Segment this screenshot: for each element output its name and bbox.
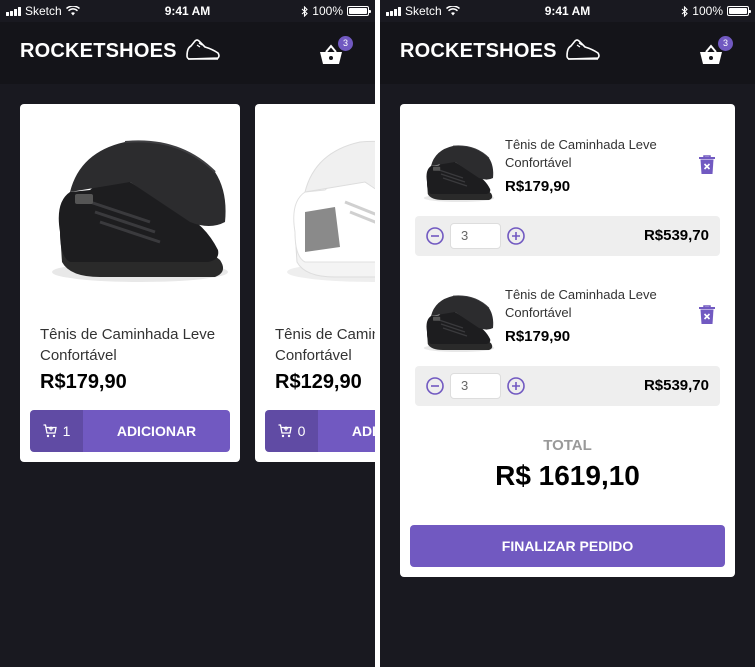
product-image bbox=[265, 112, 375, 312]
product-card: Tênis de Caminhada Leve Confortável R$17… bbox=[20, 104, 240, 462]
total-value: R$ 1619,10 bbox=[495, 460, 640, 491]
item-subtotal: R$539,70 bbox=[643, 377, 709, 394]
cart-item-title: Tênis de Caminhada Leve Confortável bbox=[505, 287, 657, 320]
cart-item: Tênis de Caminhada Leve Confortável R$17… bbox=[415, 266, 720, 426]
status-bar: Sketch 9:41 AM 100% bbox=[0, 0, 375, 22]
cart-item-price: R$179,90 bbox=[505, 328, 571, 345]
product-card: Tênis de Caminhada Leve Confortável R$12… bbox=[255, 104, 375, 462]
cart-item-price: R$179,90 bbox=[505, 178, 571, 195]
logo-text: ROCKETSHOES bbox=[400, 39, 557, 62]
battery-icon bbox=[347, 6, 371, 16]
cart-badge: 3 bbox=[718, 36, 733, 51]
cart-amount: 0 bbox=[265, 410, 318, 452]
cart-screen: Sketch 9:41 AM 100% ROCKETSHOES 3 Tênis … bbox=[380, 0, 755, 667]
cart-item: Tênis de Caminhada Leve Confortável R$17… bbox=[415, 116, 720, 276]
cart-amount-value: 1 bbox=[62, 423, 71, 439]
bluetooth-icon bbox=[301, 5, 309, 17]
cart-item-image bbox=[415, 134, 495, 214]
product-price: R$179,90 bbox=[40, 371, 127, 393]
quantity-input[interactable]: 3 bbox=[450, 373, 501, 399]
add-button-label: ADICIONAR bbox=[116, 423, 197, 439]
product-title: Tênis de Caminhada Leve Confortável bbox=[275, 326, 375, 364]
status-right: 100% bbox=[301, 4, 371, 18]
bluetooth-icon bbox=[681, 5, 689, 17]
logo-text: ROCKETSHOES bbox=[20, 39, 177, 62]
add-to-cart-button[interactable]: 0 ADICIONAR bbox=[265, 410, 375, 452]
cart-amount: 1 bbox=[30, 410, 83, 452]
product-price: R$129,90 bbox=[275, 371, 362, 393]
add-to-cart-button[interactable]: 1 ADICIONAR bbox=[30, 410, 230, 452]
quantity-input[interactable]: 3 bbox=[450, 223, 501, 249]
product-title: Tênis de Caminhada Leve Confortável bbox=[40, 326, 216, 364]
minus-circle-icon[interactable] bbox=[426, 377, 444, 395]
product-image bbox=[30, 112, 230, 312]
status-bar: Sketch 9:41 AM 100% bbox=[380, 0, 755, 22]
cart-item-bar: 3 R$539,70 bbox=[415, 366, 720, 406]
cart-item-image bbox=[415, 284, 495, 364]
cart-item-title: Tênis de Caminhada Leve Confortável bbox=[505, 137, 657, 170]
minus-circle-icon[interactable] bbox=[426, 227, 444, 245]
total-label: TOTAL bbox=[543, 437, 592, 454]
logo[interactable]: ROCKETSHOES bbox=[20, 38, 221, 64]
logo[interactable]: ROCKETSHOES bbox=[400, 38, 601, 64]
battery-icon bbox=[727, 6, 751, 16]
add-cart-icon bbox=[278, 424, 292, 438]
cart-badge: 3 bbox=[338, 36, 353, 51]
cart-amount-value: 0 bbox=[297, 423, 306, 439]
trash-icon[interactable] bbox=[698, 155, 716, 175]
status-right: 100% bbox=[681, 4, 751, 18]
app-header: ROCKETSHOES 3 bbox=[0, 22, 375, 84]
plus-circle-icon[interactable] bbox=[507, 377, 525, 395]
add-button-label: ADICIONAR bbox=[351, 423, 375, 439]
home-screen: Sketch 9:41 AM 100% ROCKETSHOES 3 Tênis … bbox=[0, 0, 375, 667]
add-cart-icon bbox=[43, 424, 57, 438]
item-subtotal: R$539,70 bbox=[643, 227, 709, 244]
battery-label: 100% bbox=[692, 4, 723, 18]
checkout-button[interactable]: FINALIZAR PEDIDO bbox=[410, 525, 725, 567]
cart-panel: Tênis de Caminhada Leve Confortável R$17… bbox=[400, 104, 735, 577]
app-header: ROCKETSHOES 3 bbox=[380, 22, 755, 84]
cart-button[interactable]: 3 bbox=[699, 36, 733, 68]
plus-circle-icon[interactable] bbox=[507, 227, 525, 245]
trash-icon[interactable] bbox=[698, 305, 716, 325]
cart-button[interactable]: 3 bbox=[319, 36, 353, 68]
battery-label: 100% bbox=[312, 4, 343, 18]
sneaker-icon bbox=[565, 39, 600, 60]
sneaker-icon bbox=[185, 39, 220, 60]
cart-item-bar: 3 R$539,70 bbox=[415, 216, 720, 256]
